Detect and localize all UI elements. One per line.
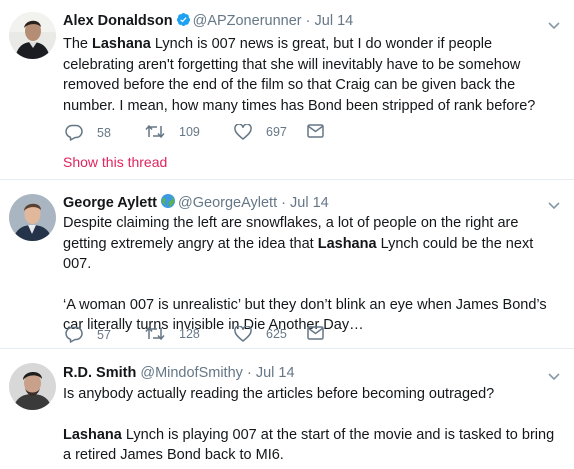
reply-icon <box>65 124 83 141</box>
retweet-button[interactable]: 109 <box>145 124 200 139</box>
tweet-date[interactable]: Jul 14 <box>315 13 354 29</box>
highlight-keyword: Lashana <box>317 235 377 252</box>
globe-emoji-icon <box>160 193 176 214</box>
text-segment: Lynch is playing 007 at the start of the… <box>63 426 555 464</box>
avatar[interactable] <box>9 363 56 410</box>
reply-button[interactable]: 57 <box>65 326 111 343</box>
author-name[interactable]: R.D. Smith <box>63 365 136 381</box>
reply-icon <box>65 326 83 343</box>
author-name[interactable]: George Aylett <box>63 195 157 211</box>
author-name[interactable]: Alex Donaldson <box>63 13 173 29</box>
reply-button[interactable]: 58 <box>65 124 111 141</box>
like-count: 625 <box>266 327 287 341</box>
avatar[interactable] <box>9 12 56 59</box>
caret-down-icon[interactable] <box>548 197 560 210</box>
tweet-date[interactable]: Jul 14 <box>256 365 295 381</box>
author-handle[interactable]: @MindofSmithy <box>140 365 243 381</box>
retweet-count: 109 <box>179 124 200 139</box>
like-icon <box>234 124 252 140</box>
like-button[interactable]: 697 <box>234 124 287 140</box>
like-count: 697 <box>266 125 287 139</box>
dm-button[interactable] <box>307 326 324 340</box>
highlight-keyword: Lashana <box>63 426 122 443</box>
highlight-keyword: Lashana <box>92 36 151 52</box>
dm-button[interactable] <box>307 124 324 138</box>
separator: · <box>281 195 286 211</box>
separator: · <box>305 13 311 29</box>
like-button[interactable]: 625 <box>234 326 287 342</box>
tweet-header: R.D. Smith @MindofSmithy · Jul 14 <box>63 364 295 382</box>
author-handle[interactable]: @APZonerunner <box>193 13 302 29</box>
retweet-icon <box>145 326 165 341</box>
author-handle[interactable]: @GeorgeAylett <box>178 195 277 211</box>
retweet-count: 128 <box>179 326 200 341</box>
caret-down-icon[interactable] <box>548 368 560 381</box>
retweet-button[interactable]: 128 <box>145 326 200 341</box>
reply-count: 58 <box>97 125 111 140</box>
reply-count: 57 <box>97 327 111 342</box>
tweet[interactable]: George Aylett @GeorgeAylett · Jul 14 Desp… <box>0 180 574 349</box>
tweet-text: Is anybody actually reading the articles… <box>63 384 563 466</box>
dm-icon <box>307 326 324 340</box>
tweet-date[interactable]: Jul 14 <box>290 195 329 211</box>
tweet-header: George Aylett @GeorgeAylett · Jul 14 <box>63 193 329 214</box>
separator: · <box>246 365 252 381</box>
retweet-icon <box>145 124 165 139</box>
text-segment: The <box>63 36 93 52</box>
like-icon <box>234 326 252 342</box>
avatar[interactable] <box>9 194 56 241</box>
text-segment: Is anybody actually reading the articles… <box>63 386 495 402</box>
show-thread-link[interactable]: Show this thread <box>63 154 167 170</box>
verified-icon <box>176 12 191 32</box>
tweet-text: Despite claiming the left are snowflakes… <box>63 213 563 336</box>
tweet[interactable]: R.D. Smith @MindofSmithy · Jul 14 Is any… <box>0 349 574 469</box>
caret-down-icon[interactable] <box>548 17 560 30</box>
dm-icon <box>307 124 324 138</box>
tweet[interactable]: Alex Donaldson @APZonerunner · Jul 14 The… <box>0 0 574 180</box>
tweet-header: Alex Donaldson @APZonerunner · Jul 14 <box>63 12 353 32</box>
tweet-text: The Lashana Lynch is 007 news is great, … <box>63 34 563 116</box>
